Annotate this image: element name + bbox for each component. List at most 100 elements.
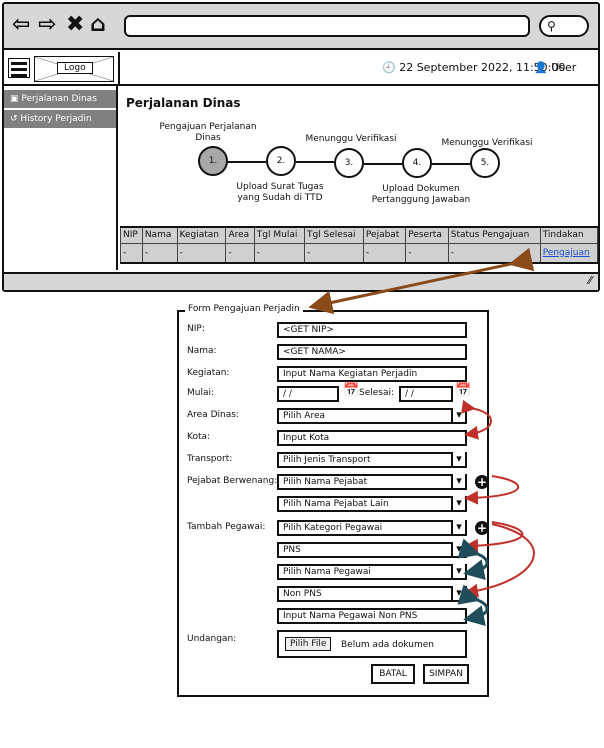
column-header: Tgl Selesai xyxy=(303,226,364,244)
table-cell: - xyxy=(303,242,364,264)
pilih-file-button[interactable]: Pilih File xyxy=(285,637,332,651)
transport-label: Transport: xyxy=(187,454,233,464)
forward-icon[interactable]: ⇨ xyxy=(38,12,56,38)
sidebar-item-label: Perjalanan Dinas xyxy=(21,94,97,104)
mulai-date-input[interactable]: / / xyxy=(277,386,339,402)
step-4: 4. xyxy=(402,148,432,178)
step-2: 2. xyxy=(266,146,296,176)
area-select[interactable]: Pilih Area xyxy=(277,408,467,424)
column-header: Tgl Mulai xyxy=(253,226,305,244)
non-pns-select[interactable]: Non PNS xyxy=(277,586,467,602)
logo: Logo xyxy=(34,56,114,82)
form-pengajuan-perjadin: Form Pengajuan Perjadin NIP: <GET NIP> N… xyxy=(177,304,489,697)
sidebar-item-label: History Perjadin xyxy=(20,114,92,124)
url-bar[interactable] xyxy=(124,15,530,37)
table-cell: - xyxy=(141,242,178,264)
table-row: - - - - - - - - - Pengajuan xyxy=(120,242,599,264)
column-header: Tindakan xyxy=(539,226,599,244)
pengajuan-link[interactable]: Pengajuan xyxy=(543,248,590,258)
step-connector xyxy=(228,161,266,163)
table-cell: - xyxy=(362,242,407,264)
table-cell: - xyxy=(447,242,541,264)
back-icon[interactable]: ⇦ xyxy=(12,12,30,38)
step-2-label: Upload Surat Tugas yang Sudah di TTD xyxy=(236,182,324,203)
table-cell-action: Pengajuan xyxy=(539,242,599,264)
nip-label: NIP: xyxy=(187,324,205,334)
home-icon[interactable]: ⌂ xyxy=(90,12,106,38)
logo-text: Logo xyxy=(57,62,93,74)
kategori-pegawai-select[interactable]: Pilih Kategori Pegawai xyxy=(277,520,467,536)
column-header: Area xyxy=(225,226,255,244)
status-bar: ⁄⁄ xyxy=(4,272,598,290)
briefcase-icon: ▣ xyxy=(10,94,19,104)
user-icon: 👤 xyxy=(534,61,548,74)
perjadin-table: NIP Nama Kegiatan Area Tgl Mulai Tgl Sel… xyxy=(120,226,599,264)
mulai-label: Mulai: xyxy=(187,388,215,398)
transport-select[interactable]: Pilih Jenis Transport xyxy=(277,452,467,468)
browser-chrome: ⇦ ⇨ ✖ ⌂ ⚲ xyxy=(4,4,598,50)
tambah-pegawai-label: Tambah Pegawai: xyxy=(187,522,266,532)
add-pejabat-icon[interactable]: + xyxy=(475,475,489,489)
column-header: Status Pengajuan xyxy=(447,226,541,244)
undangan-file-input: Pilih File Belum ada dokumen xyxy=(277,630,467,658)
non-pns-input[interactable]: Input Nama Pegawai Non PNS xyxy=(277,608,467,624)
nip-field: <GET NIP> xyxy=(277,322,467,338)
table-cell: - xyxy=(253,242,305,264)
page-title: Perjalanan Dinas xyxy=(126,96,241,110)
calendar-icon[interactable]: 📅 xyxy=(343,384,359,398)
user-label: User xyxy=(551,61,577,74)
sidebar-item-perjalanan-dinas[interactable]: ▣ Perjalanan Dinas xyxy=(4,90,116,108)
browser-window: ⇦ ⇨ ✖ ⌂ ⚲ Logo 🕘 22 September 2022, 11:5… xyxy=(2,2,600,292)
sidebar: ▣ Perjalanan Dinas ↺ History Perjadin xyxy=(4,86,118,270)
add-pegawai-icon[interactable]: + xyxy=(475,521,489,535)
kota-input[interactable]: Input Kota xyxy=(277,430,467,446)
table-cell: - xyxy=(120,242,143,264)
pejabat-lain-select[interactable]: Pilih Nama Pejabat Lain xyxy=(277,496,467,512)
table-cell: - xyxy=(225,242,255,264)
column-header: Pejabat xyxy=(362,226,407,244)
table-header-row: NIP Nama Kegiatan Area Tgl Mulai Tgl Sel… xyxy=(120,226,599,244)
pejabat-select[interactable]: Pilih Nama Pejabat xyxy=(277,474,467,490)
clock-icon: 🕘 xyxy=(382,61,396,74)
simpan-button[interactable]: SIMPAN xyxy=(423,664,469,684)
undangan-label: Undangan: xyxy=(187,634,237,644)
file-status: Belum ada dokumen xyxy=(341,640,435,650)
history-icon: ↺ xyxy=(10,114,18,124)
step-1-label: Pengajuan Perjalanan Dinas xyxy=(159,122,257,143)
search-icon[interactable]: ⚲ xyxy=(539,15,589,37)
kota-label: Kota: xyxy=(187,432,211,442)
area-dinas-label: Area Dinas: xyxy=(187,410,239,420)
user-menu[interactable]: 👤 User xyxy=(534,61,576,74)
column-header: Kegiatan xyxy=(176,226,227,244)
app-header: Logo 🕘 22 September 2022, 11:50:00 👤 Use… xyxy=(4,52,598,86)
nama-pegawai-select[interactable]: Pilih Nama Pegawai xyxy=(277,564,467,580)
nama-field: <GET NAMA> xyxy=(277,344,467,360)
nama-label: Nama: xyxy=(187,346,217,356)
step-connector xyxy=(364,163,402,165)
step-3-label: Menunggu Verifikasi xyxy=(305,134,397,144)
selesai-date-input[interactable]: / / xyxy=(399,386,453,402)
pns-select[interactable]: PNS xyxy=(277,542,467,558)
kegiatan-label: Kegiatan: xyxy=(187,368,230,378)
pejabat-label: Pejabat Berwenang: xyxy=(187,476,278,486)
resize-handle-icon[interactable]: ⁄⁄ xyxy=(588,274,592,287)
step-1: 1. xyxy=(198,146,228,176)
selesai-label: Selesai: xyxy=(359,388,395,398)
calendar-icon[interactable]: 📅 xyxy=(455,384,471,398)
kegiatan-input[interactable]: Input Nama Kegiatan Perjadin xyxy=(277,366,467,382)
sidebar-item-history-perjadin[interactable]: ↺ History Perjadin xyxy=(4,110,116,128)
column-header: Peserta xyxy=(405,226,449,244)
step-5: 5. xyxy=(470,148,500,178)
form-title: Form Pengajuan Perjadin xyxy=(185,304,303,314)
step-connector xyxy=(296,161,334,163)
table-cell: - xyxy=(405,242,449,264)
batal-button[interactable]: BATAL xyxy=(371,664,415,684)
main-content: Perjalanan Dinas Pengajuan Perjalanan Di… xyxy=(120,86,599,270)
column-header: Nama xyxy=(141,226,178,244)
close-icon[interactable]: ✖ xyxy=(66,12,84,38)
header-divider xyxy=(118,52,120,86)
menu-icon[interactable] xyxy=(8,58,30,78)
column-header: NIP xyxy=(120,226,143,244)
table-cell: - xyxy=(176,242,227,264)
step-4-label: Upload Dokumen Pertanggung Jawaban xyxy=(371,184,471,205)
